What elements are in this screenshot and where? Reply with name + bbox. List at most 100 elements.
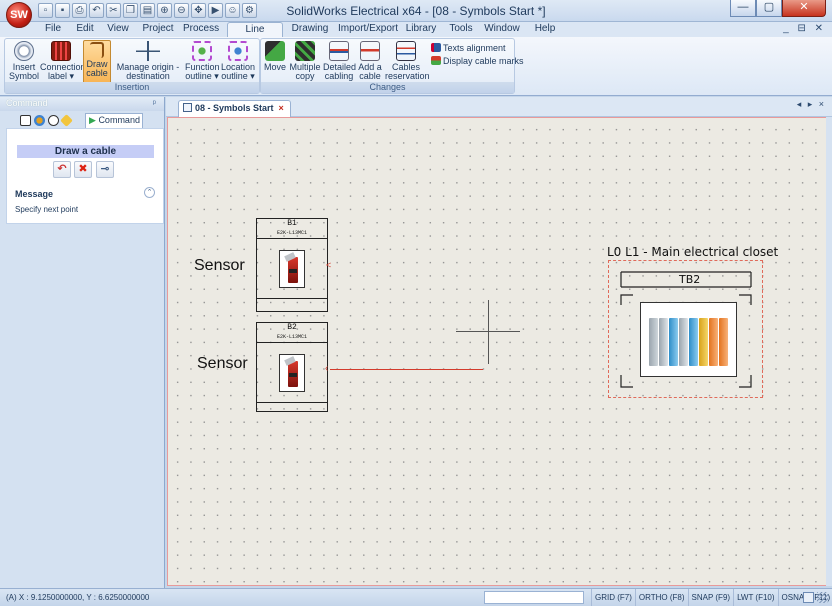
window-controls: — ▢ ✕ bbox=[730, 0, 826, 17]
message-title: Message bbox=[15, 189, 54, 199]
symbol-tab-icon[interactable] bbox=[48, 114, 59, 126]
status-icons bbox=[803, 592, 828, 603]
snap-toggle[interactable]: SNAP (F9) bbox=[687, 589, 734, 606]
tab-drawing[interactable]: Drawing bbox=[290, 22, 330, 37]
tab-library[interactable]: Library bbox=[405, 22, 437, 37]
layout-icon[interactable] bbox=[803, 592, 814, 603]
tab-help[interactable]: Help bbox=[533, 22, 557, 37]
symbol-b1[interactable]: B1 E2K-L13MC1 bbox=[256, 218, 328, 312]
command-title: Draw a cable bbox=[17, 145, 154, 158]
message-text: Specify next point bbox=[15, 205, 79, 214]
command-tab-icon: ▶ bbox=[89, 115, 96, 125]
pin-icon[interactable]: ᵖ bbox=[153, 97, 156, 110]
tab-window[interactable]: Window bbox=[484, 22, 520, 37]
display-cable-marks-button[interactable]: Display cable marks bbox=[431, 56, 524, 67]
drawing-icon bbox=[183, 103, 192, 112]
tab-import-export[interactable]: Import/Export bbox=[338, 22, 398, 37]
symbol-label-b2: Sensor bbox=[197, 355, 248, 372]
texts-alignment-icon bbox=[431, 43, 441, 52]
command-panel-header: Command ᵖ bbox=[0, 97, 164, 111]
detailed-cabling-button[interactable]: Detailed cabling bbox=[323, 40, 356, 84]
move-button[interactable]: Move bbox=[262, 40, 288, 84]
tab-file[interactable]: File bbox=[40, 22, 66, 37]
detailed-cabling-icon bbox=[329, 41, 349, 61]
tab-process[interactable]: Process bbox=[183, 22, 219, 37]
command-panel-body: Draw a cable ↶ ✖ ⊸ Message ⌃ Specify nex… bbox=[6, 128, 164, 224]
sensor-image-b2 bbox=[279, 354, 305, 392]
maximize-button[interactable]: ▢ bbox=[756, 0, 782, 17]
crosshair-cursor-vertical bbox=[488, 300, 489, 364]
tab-edit[interactable]: Edit bbox=[72, 22, 98, 37]
macro-tab-icon[interactable] bbox=[60, 113, 73, 127]
undo-point-button[interactable]: ↶ bbox=[53, 161, 71, 178]
document-tab-icon[interactable] bbox=[20, 114, 31, 126]
group-title-insertion: Insertion bbox=[5, 82, 259, 93]
add-cable-button[interactable]: Add a cable bbox=[357, 40, 383, 84]
symbol-ref-b1: E2K-L13MC1 bbox=[276, 230, 307, 236]
group-insertion: Insert Symbol Connection label ▾ Draw ca… bbox=[4, 38, 260, 94]
cable-line bbox=[330, 369, 483, 370]
terminal-block-image bbox=[640, 302, 737, 377]
ribbon-tabs: File Edit View Project Process Line diag… bbox=[0, 22, 832, 49]
move-icon bbox=[265, 41, 285, 61]
group-changes: Move Multiple copy Detailed cabling Add … bbox=[260, 38, 524, 94]
symbol-tag-b2: B2 bbox=[287, 323, 297, 332]
terminal-block-tag: TB2 bbox=[679, 273, 701, 286]
symbol-label-b1: Sensor bbox=[194, 257, 245, 274]
arrows-icon bbox=[136, 41, 160, 61]
symbol-ref-b2: E2K-L13MC1 bbox=[276, 334, 307, 340]
drafting-toggles: GRID (F7) ORTHO (F8) SNAP (F9) LWT (F10)… bbox=[591, 589, 832, 606]
sensor-image-b1 bbox=[279, 250, 305, 288]
tab-project[interactable]: Project bbox=[140, 22, 176, 37]
function-outline-icon bbox=[192, 41, 212, 61]
command-line-input[interactable] bbox=[484, 591, 584, 604]
lwt-toggle[interactable]: LWT (F10) bbox=[733, 589, 777, 606]
draw-cable-icon bbox=[90, 42, 104, 58]
multiple-copy-button[interactable]: Multiple copy bbox=[289, 40, 321, 84]
connection-label-icon bbox=[51, 41, 71, 61]
group-title-changes: Changes bbox=[261, 82, 514, 93]
insert-symbol-icon bbox=[14, 41, 34, 61]
cables-reservation-button[interactable]: Cables reservation bbox=[385, 40, 430, 84]
collapse-message-button[interactable]: ⌃ bbox=[144, 187, 155, 198]
b1-arrow-icon: < bbox=[326, 260, 332, 270]
cable-arrow-icon: ‹ bbox=[325, 363, 329, 374]
add-cable-icon bbox=[360, 41, 380, 61]
document-tab-08-symbols-start[interactable]: 08 - Symbols Start × bbox=[178, 100, 291, 117]
finish-command-button[interactable]: ⊸ bbox=[96, 161, 114, 178]
minimize-button[interactable]: — bbox=[730, 0, 756, 17]
resize-grip-icon bbox=[817, 592, 828, 603]
panel-tab-icons bbox=[20, 113, 73, 127]
manage-arrows-button[interactable]: Manage origin - destination arrows bbox=[115, 40, 181, 90]
ribbon: Insert Symbol Connection label ▾ Draw ca… bbox=[0, 37, 832, 96]
draw-cable-button[interactable]: Draw cable bbox=[83, 40, 111, 84]
insert-symbol-button[interactable]: Insert Symbol bbox=[8, 40, 40, 84]
document-tabs: 08 - Symbols Start × ◂ ▸ × bbox=[166, 97, 832, 117]
cursor-coordinates: (A) X : 9.1250000000, Y : 6.6250000000 bbox=[6, 593, 150, 602]
window-title: SolidWorks Electrical x64 - [08 - Symbol… bbox=[286, 4, 546, 18]
tab-line-diagram[interactable]: Line diagram bbox=[227, 22, 283, 49]
location-label: L0 L1 - Main electrical closet bbox=[607, 245, 779, 259]
app-logo-icon[interactable]: SW bbox=[6, 2, 32, 28]
ortho-toggle[interactable]: ORTHO (F8) bbox=[634, 589, 688, 606]
cancel-command-button[interactable]: ✖ bbox=[74, 161, 92, 178]
connection-label-button[interactable]: Connection label ▾ bbox=[40, 40, 86, 84]
title-bar: SW ▫ ▪ ⎙ ↶ ✂ ❐ ▤ ⊕ ⊖ ✥ ▶ ☺ ⚙ SolidWorks … bbox=[0, 0, 832, 28]
tab-command[interactable]: ▶ Command bbox=[85, 113, 143, 128]
close-document-button[interactable]: × bbox=[279, 103, 284, 113]
tab-view[interactable]: View bbox=[104, 22, 132, 37]
vertical-scrollbar[interactable] bbox=[826, 117, 832, 586]
tab-tools[interactable]: Tools bbox=[448, 22, 474, 37]
components-tab-icon[interactable] bbox=[34, 114, 45, 126]
location-outline-button[interactable]: Location outline ▾ bbox=[220, 40, 256, 84]
location-outline-icon bbox=[228, 41, 248, 61]
close-button[interactable]: ✕ bbox=[782, 0, 826, 17]
function-outline-button[interactable]: Function outline ▾ bbox=[185, 40, 220, 84]
grid-toggle[interactable]: GRID (F7) bbox=[591, 589, 635, 606]
cable-marks-icon bbox=[431, 56, 441, 65]
symbol-b2[interactable]: B2 E2K-L13MC1 bbox=[256, 322, 328, 416]
texts-alignment-button[interactable]: Texts alignment bbox=[431, 43, 506, 54]
cables-reservation-icon bbox=[396, 41, 416, 61]
document-nav-controls[interactable]: ◂ ▸ × bbox=[797, 99, 826, 110]
mdi-controls[interactable]: _ ⊟ ✕ bbox=[783, 23, 826, 34]
